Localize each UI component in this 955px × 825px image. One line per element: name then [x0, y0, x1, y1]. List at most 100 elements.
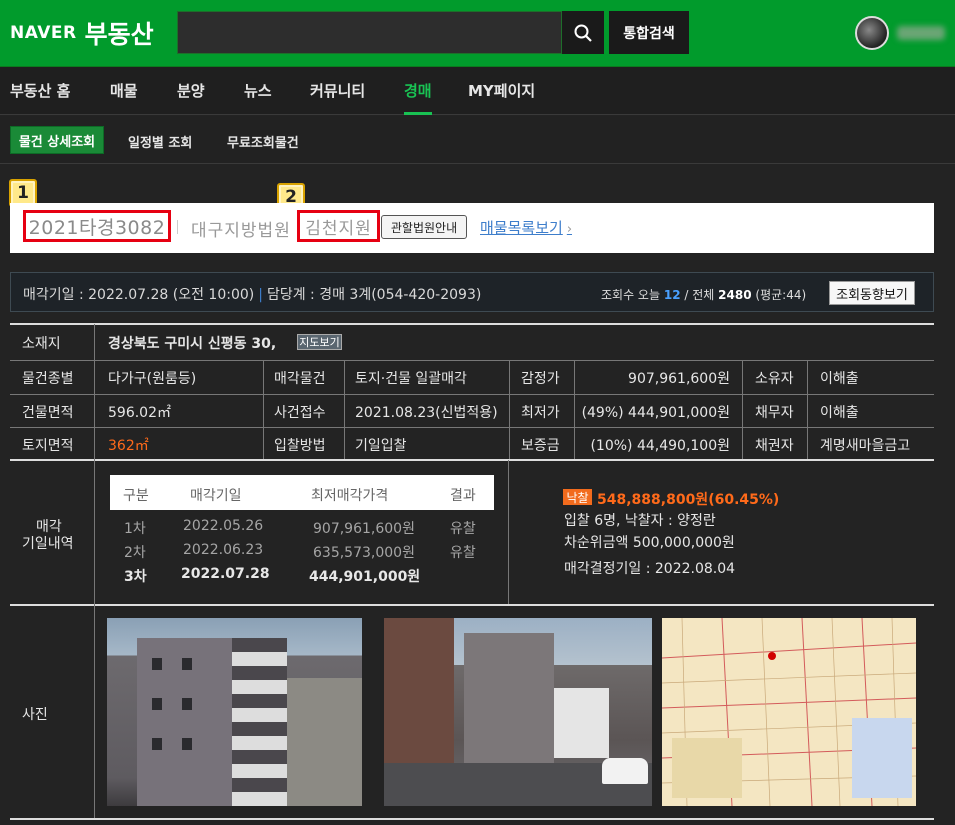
- debtor-label: 채무자: [755, 405, 794, 421]
- adjacent-building: [554, 688, 609, 758]
- history-col-result: 결과: [450, 488, 476, 504]
- divider: |: [258, 287, 263, 303]
- logo-service-text: 부동산: [84, 20, 154, 49]
- sale-decision-date: 매각결정기일 : 2022.08.04: [564, 561, 736, 577]
- search-button[interactable]: [562, 11, 604, 54]
- property-photo-1[interactable]: [107, 618, 362, 806]
- minimum-price-label: 최저가: [521, 405, 560, 421]
- building-shape: [464, 633, 554, 768]
- building-area-label: 건물면적: [22, 405, 74, 421]
- subnav-free[interactable]: 무료조회물건: [227, 132, 299, 151]
- location-value: 경상북도 구미시 신평동 30,: [108, 336, 277, 352]
- history-col-round: 구분: [123, 488, 149, 504]
- owner-value: 이해출: [820, 371, 859, 387]
- logo-naver-text: NAVER: [10, 23, 77, 43]
- username-blurred[interactable]: [897, 26, 945, 40]
- auction-schedule: 매각기일 : 2022.07.28 (오전 10:00) | 담당계 : 경매 3계…: [23, 284, 481, 304]
- property-type-value: 다가구(원룸등): [108, 371, 197, 387]
- creditor-label: 채권자: [755, 438, 794, 454]
- department: 담당계 : 경매 3계(054-420-2093): [266, 287, 482, 303]
- column-divider: [344, 361, 345, 459]
- column-divider: [509, 361, 510, 459]
- case-received-label: 사건접수: [274, 405, 326, 421]
- history-header: 구분 매각기일 최저매각가격 결과: [110, 475, 494, 510]
- land-area-label: 토지면적: [22, 438, 74, 454]
- court-info-button[interactable]: 관할법원안내: [381, 215, 467, 239]
- creditor-value: 계명새마을금고: [820, 438, 911, 454]
- column-divider: [807, 361, 808, 459]
- owner-label: 소유자: [755, 371, 794, 387]
- history-date: 2022.05.26: [183, 518, 264, 534]
- history-round: 3차: [124, 569, 147, 585]
- bid-method-label: 입찰방법: [274, 438, 326, 454]
- search-input[interactable]: [177, 11, 562, 54]
- window: [152, 698, 162, 710]
- sale-object-value: 토지·건물 일괄매각: [355, 371, 467, 387]
- subnav-schedule[interactable]: 일정별 조회: [128, 132, 192, 151]
- chevron-right-icon: ›: [566, 222, 573, 237]
- location-label: 소재지: [22, 336, 61, 352]
- search-icon: [574, 24, 592, 42]
- listing-list-link[interactable]: 매물목록보기 ›: [480, 217, 572, 238]
- naver-realestate-logo[interactable]: NAVER 부동산: [10, 16, 154, 50]
- winning-bid-price: 548,888,800원(60.45%): [597, 492, 780, 508]
- view-count: 조회수 오늘 12 / 전체 2480 (평균:44): [601, 286, 806, 303]
- building-area-value: 596.02㎡: [108, 405, 171, 421]
- appraisal-value: 907,961,600원: [628, 371, 730, 387]
- nav-community[interactable]: 커뮤니티: [310, 80, 365, 101]
- nav-active-indicator: [404, 112, 432, 115]
- views-total: 2480: [718, 288, 752, 302]
- nav-news[interactable]: 뉴스: [244, 80, 272, 101]
- brick-wall: [384, 618, 454, 768]
- window: [182, 738, 192, 750]
- building-checker: [232, 638, 287, 806]
- column-divider: [574, 361, 575, 459]
- map-view-button[interactable]: 지도보기: [297, 334, 342, 350]
- minimum-price-value: (49%) 444,901,000원: [581, 405, 730, 421]
- nav-presale[interactable]: 분양: [177, 80, 205, 101]
- property-photo-2[interactable]: [384, 618, 652, 806]
- property-map-image[interactable]: [662, 618, 916, 806]
- row-divider: [10, 360, 934, 361]
- total-search-button[interactable]: 통합검색: [609, 11, 689, 54]
- second-bid-amount: 차순위금액 500,000,000원: [564, 535, 735, 551]
- case-received-value: 2021.08.23(신법적용): [355, 405, 498, 421]
- land-area-value: 362㎡: [108, 438, 149, 454]
- column-divider: [94, 324, 95, 818]
- sub-nav: 물건 상세조회 일정별 조회 무료조회물건: [0, 116, 955, 164]
- history-result: 유찰: [450, 521, 476, 537]
- history-row-current: 3차 2022.07.28 444,901,000원: [110, 566, 494, 588]
- history-col-date: 매각기일: [190, 488, 242, 504]
- table-top-border: [10, 323, 934, 325]
- nav-listings[interactable]: 매물: [110, 80, 138, 101]
- user-avatar[interactable]: [855, 16, 889, 50]
- history-col-price: 최저매각가격: [311, 488, 389, 504]
- column-divider: [508, 460, 509, 604]
- property-type-label: 물건종별: [22, 371, 74, 387]
- window: [182, 698, 192, 710]
- subnav-detail[interactable]: 물건 상세조회: [10, 126, 104, 154]
- nav-mypage[interactable]: MY페이지: [468, 80, 535, 101]
- nav-home[interactable]: 부동산 홈: [10, 80, 70, 101]
- history-round: 1차: [124, 521, 146, 537]
- nav-auction[interactable]: 경매: [404, 80, 432, 101]
- history-price: 635,573,000원: [313, 545, 415, 561]
- sale-object-label: 매각물건: [274, 371, 326, 387]
- debtor-value: 이해출: [820, 405, 859, 421]
- deposit-value: (10%) 44,490,100원: [590, 438, 730, 454]
- views-total-label: / 전체: [684, 288, 715, 302]
- table-bottom-border: [10, 818, 934, 820]
- history-row: 1차 2022.05.26 907,961,600원 유찰: [110, 518, 494, 540]
- column-divider: [263, 361, 264, 459]
- view-trend-button[interactable]: 조회동향보기: [829, 281, 915, 305]
- photos-label: 사진: [22, 707, 48, 723]
- views-today: 12: [663, 288, 681, 302]
- row-divider: [10, 604, 934, 606]
- history-label-line2: 기일내역: [22, 536, 74, 552]
- main-nav: 부동산 홈 매물 분양 뉴스 커뮤니티 경매 MY페이지: [0, 67, 955, 115]
- history-result: 유찰: [450, 545, 476, 561]
- bid-method-value: 기일입찰: [355, 438, 407, 454]
- history-round: 2차: [124, 545, 146, 561]
- appraisal-label: 감정가: [521, 371, 560, 387]
- history-date: 2022.07.28: [181, 566, 270, 582]
